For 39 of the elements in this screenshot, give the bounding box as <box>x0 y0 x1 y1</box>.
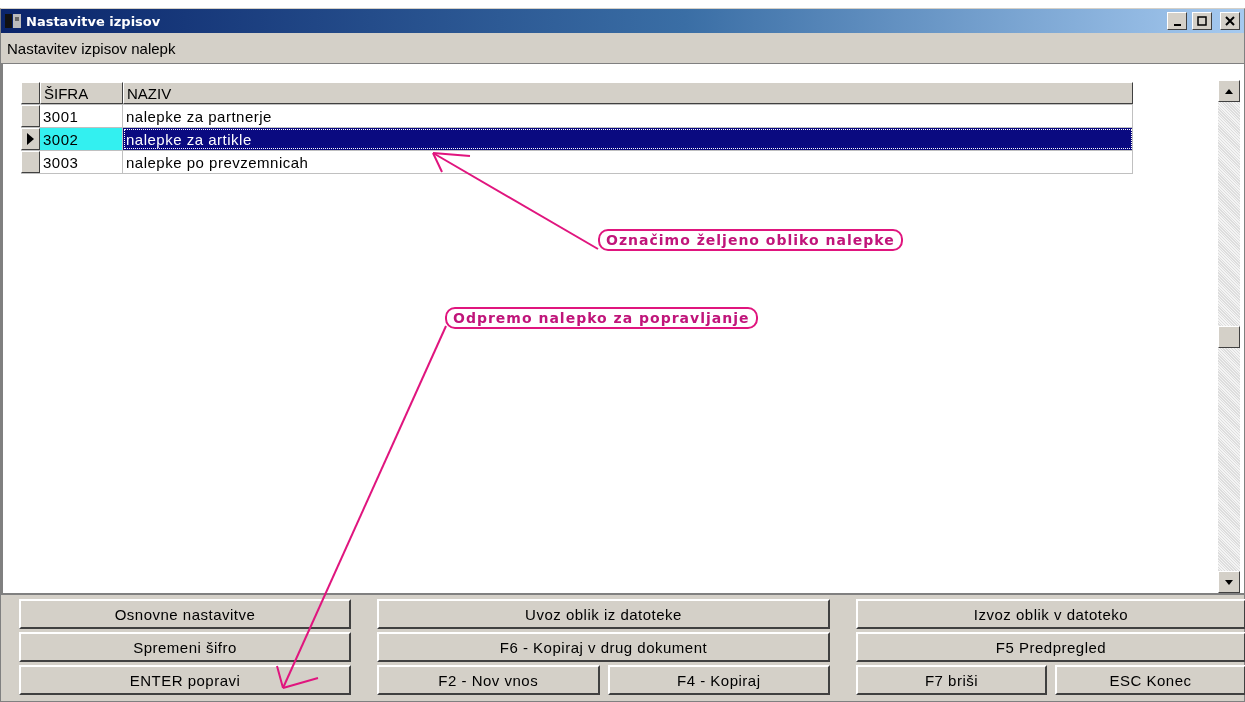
down-arrow-icon <box>1225 579 1233 585</box>
action-button[interactable]: F6 - Kopiraj v drug dokument <box>377 632 830 662</box>
minimize-button[interactable] <box>1167 12 1187 30</box>
action-button[interactable]: ESC Konec <box>1055 665 1245 695</box>
minimize-icon <box>1173 24 1181 26</box>
row-header[interactable] <box>21 105 40 127</box>
action-button[interactable]: ENTER popravi <box>19 665 351 695</box>
close-button[interactable] <box>1220 12 1240 30</box>
subtitle: Nastavitev izpisov nalepk <box>7 39 176 57</box>
column-header[interactable]: NAZIV <box>123 82 1133 104</box>
app-icon <box>5 14 21 28</box>
table-cell: 3001 <box>40 105 123 127</box>
action-button[interactable]: Osnovne nastavitve <box>19 599 351 629</box>
maximize-icon <box>1197 16 1207 26</box>
action-button[interactable]: Spremeni šifro <box>19 632 351 662</box>
column-header[interactable]: ŠIFRA <box>40 82 123 104</box>
annotation-callout: Označimo željeno obliko nalepke <box>598 229 903 251</box>
scrollbar[interactable] <box>1218 80 1240 593</box>
row-header <box>21 82 40 104</box>
up-arrow-icon <box>1225 88 1233 94</box>
row-header[interactable] <box>21 128 40 150</box>
scroll-up-button[interactable] <box>1218 80 1240 102</box>
table-cell: nalepke za artikle <box>123 128 1133 150</box>
action-button[interactable]: F4 - Kopiraj <box>607 665 830 695</box>
scroll-thumb[interactable] <box>1218 325 1240 348</box>
table-cell: 3003 <box>40 151 123 173</box>
scroll-down-button[interactable] <box>1218 571 1240 593</box>
annotation-callout: Odpremo nalepko za popravljanje <box>445 307 758 329</box>
table-cell: 3002 <box>40 128 123 150</box>
window-title: Nastavitve izpisov <box>26 13 162 29</box>
action-button[interactable]: Izvoz oblik v datoteko <box>856 599 1245 629</box>
maximize-button[interactable] <box>1192 12 1212 30</box>
action-button[interactable]: F2 - Nov vnos <box>377 665 600 695</box>
close-icon <box>1225 16 1235 26</box>
action-button[interactable]: Uvoz oblik iz datoteke <box>377 599 830 629</box>
current-row-icon <box>27 133 34 145</box>
row-header[interactable] <box>21 151 40 173</box>
action-button[interactable]: F5 Predpregled <box>856 632 1245 662</box>
action-button[interactable]: F7 briši <box>856 665 1047 695</box>
